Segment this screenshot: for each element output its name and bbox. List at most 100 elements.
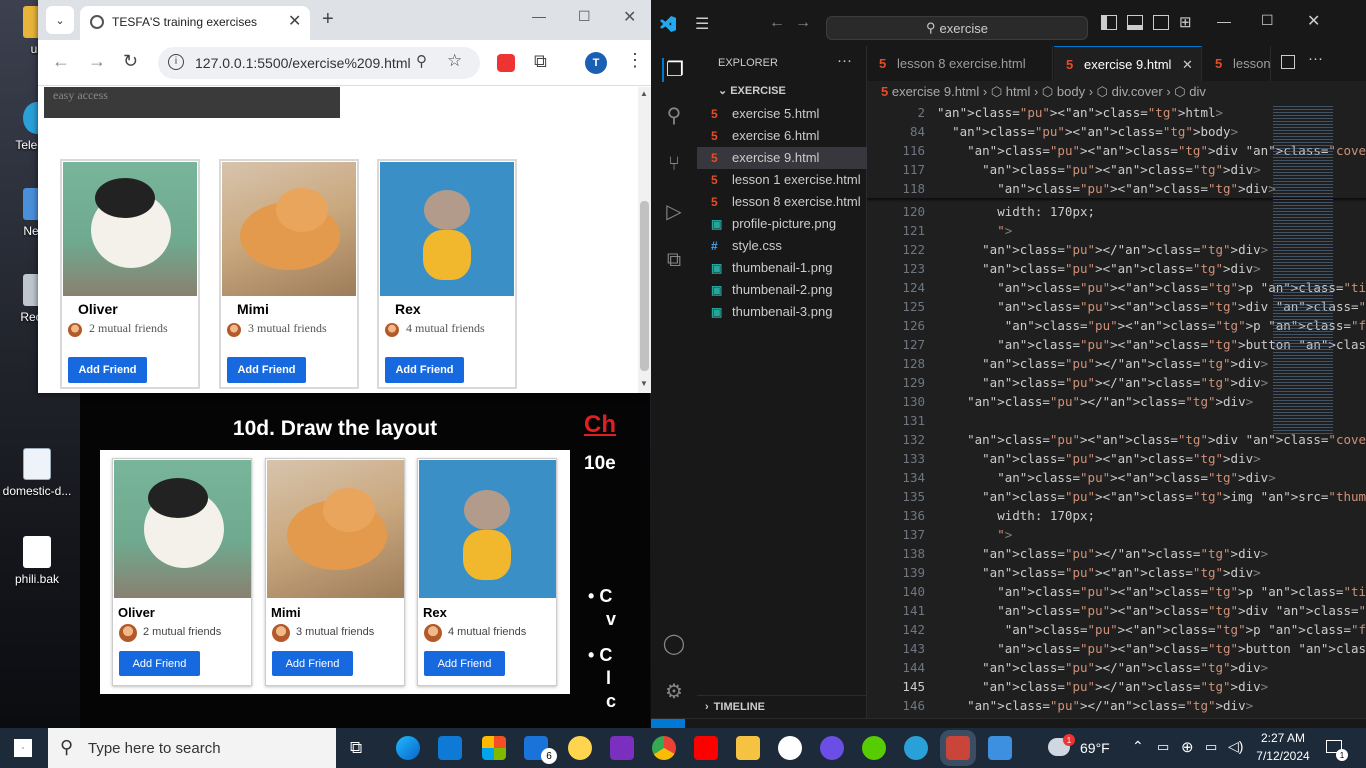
app-loop-icon[interactable] — [820, 736, 844, 760]
command-search-box[interactable]: ⚲ exercise — [826, 16, 1088, 40]
close-tab-icon[interactable]: ✕ — [1182, 47, 1193, 81]
volume-icon[interactable]: ◁) — [1228, 738, 1243, 755]
editor-tab-active[interactable]: 5 exercise 9.html ✕ — [1054, 46, 1202, 81]
tray-chevron-up-icon[interactable]: ⌃ — [1132, 738, 1144, 755]
explorer-icon[interactable]: ❐ — [662, 58, 686, 82]
breadcrumb-item[interactable]: exercise 9.html — [892, 84, 979, 99]
desktop-icon-domestic-file[interactable]: domestic-d... — [0, 448, 74, 498]
clock-time[interactable]: 2:27 AM — [1255, 731, 1311, 745]
editor-tab[interactable]: 5 lesson 8 exercise.html — [867, 46, 1053, 81]
desktop-icon-phili-bak[interactable]: phili.bak — [0, 536, 74, 586]
file-explorer-icon[interactable] — [736, 736, 760, 760]
code-line[interactable]: "an">class="pu"></"an">class="tg">div> — [937, 679, 1268, 694]
code-line[interactable]: width: 170px; — [937, 204, 1095, 219]
code-line[interactable]: "an">class="pu"></"an">class="tg">div> — [937, 242, 1268, 257]
code-line[interactable]: "an">class="pu"><"an">class="tg">img "an… — [937, 489, 1366, 504]
reload-icon[interactable]: ↻ — [123, 51, 138, 72]
file-item[interactable]: 5 lesson 1 exercise.html — [697, 169, 867, 191]
code-line[interactable]: "an">class="pu"></"an">class="tg">div> — [937, 356, 1268, 371]
timeline-section[interactable]: › TIMELINE — [697, 695, 867, 717]
code-line[interactable]: "an">class="pu"><"an">class="tg">p "an">… — [937, 622, 1366, 637]
toggle-sidebar-icon[interactable] — [1101, 15, 1117, 30]
code-line[interactable]: "an">class="pu"></"an">class="tg">div> — [937, 698, 1253, 713]
taskbar-search-box[interactable]: ⚲ Type here to search — [48, 728, 336, 768]
code-line[interactable]: "an">class="pu"></"an">class="tg">div> — [937, 660, 1268, 675]
nav-back-icon[interactable]: ← — [769, 14, 785, 32]
code-line[interactable]: "an">class="pu"><"an">class="tg">p "an">… — [937, 584, 1366, 599]
extension-record-icon[interactable] — [497, 54, 515, 72]
add-friend-button[interactable]: Add Friend — [227, 357, 306, 383]
extensions-puzzle-icon[interactable]: ⧉ — [534, 51, 547, 72]
source-control-icon[interactable]: ⑂ — [662, 152, 686, 176]
breadcrumb-item[interactable]: html — [1006, 84, 1031, 99]
maximize-icon[interactable]: ☐ — [578, 8, 591, 25]
add-friend-button[interactable]: Add Friend — [68, 357, 147, 383]
more-menu-icon[interactable]: ⋮ — [626, 50, 644, 71]
minimize-icon[interactable]: — — [1217, 13, 1231, 29]
code-line[interactable]: "an">class="pu"></"an">class="tg">div> — [937, 394, 1253, 409]
meet-icon[interactable]: ▭ — [1157, 739, 1169, 755]
chrome-icon[interactable] — [652, 736, 676, 760]
scroll-down-icon[interactable]: ▼ — [640, 379, 648, 388]
code-line[interactable]: "an">class="pu"><"an">class="tg">div> — [937, 470, 1276, 485]
code-line[interactable]: "> — [937, 223, 1012, 238]
task-view-icon[interactable]: ⧉ — [350, 738, 362, 758]
split-editor-icon[interactable] — [1281, 55, 1295, 69]
close-window-icon[interactable]: ✕ — [1307, 11, 1320, 31]
breadcrumb-item[interactable]: body — [1057, 84, 1085, 99]
clock-date[interactable]: 7/12/2024 — [1255, 749, 1311, 763]
maximize-icon[interactable]: ☐ — [1261, 12, 1274, 29]
file-item[interactable]: 5 exercise 5.html — [697, 103, 867, 125]
toggle-panel-icon[interactable] — [1127, 15, 1143, 30]
file-item-active[interactable]: 5 exercise 9.html — [697, 147, 867, 169]
code-line[interactable]: "an">class="pu"></"an">class="tg">div> — [937, 375, 1268, 390]
page-scrollbar[interactable]: ▲ ▼ — [638, 87, 651, 393]
chatgpt-icon[interactable] — [778, 736, 802, 760]
profile-avatar[interactable]: T — [585, 52, 607, 74]
customize-layout-icon[interactable]: ⊞ — [1179, 13, 1192, 31]
file-item[interactable]: # style.css — [697, 235, 867, 257]
editor-more-icon[interactable]: ··· — [1308, 50, 1323, 67]
close-window-icon[interactable]: ✕ — [623, 7, 636, 27]
windows-start-icon[interactable] — [14, 739, 32, 757]
store-icon[interactable] — [482, 736, 506, 760]
tab-search-icon[interactable]: ⌄ — [46, 6, 74, 34]
telegram-icon[interactable] — [904, 736, 928, 760]
duolingo-icon[interactable] — [862, 736, 886, 760]
code-line[interactable]: "an">class="pu"></"an">class="tg">div> — [937, 546, 1268, 561]
youtube-icon[interactable] — [694, 736, 718, 760]
address-bar[interactable]: i 127.0.0.1:5500/exercise%209.html ⚲ ☆ — [158, 47, 480, 79]
weather-temp[interactable]: 69°F — [1080, 740, 1110, 756]
file-item[interactable]: 5 exercise 6.html — [697, 125, 867, 147]
nav-forward-icon[interactable]: → — [795, 14, 811, 32]
code-line[interactable]: "an">class="pu"><"an">class="tg">div> — [937, 261, 1261, 276]
code-line[interactable]: "an">class="pu"><"an">class="tg">div "an… — [937, 603, 1366, 618]
zoom-icon[interactable]: ⚲ — [416, 52, 427, 70]
minimize-icon[interactable]: — — [532, 8, 546, 24]
run-debug-icon[interactable]: ▷ — [662, 200, 686, 224]
vscode-taskbar-icon[interactable] — [438, 736, 462, 760]
browser-tab[interactable]: TESFA'S training exercises ✕ — [80, 6, 310, 40]
file-item[interactable]: 5 lesson 8 exercise.html — [697, 191, 867, 213]
search-icon[interactable]: ⚲ — [662, 104, 686, 128]
file-item[interactable]: ▣ thumbenail-3.png — [697, 301, 867, 323]
accounts-icon[interactable]: ◯ — [662, 632, 686, 656]
code-line[interactable]: "an">class="pu"><"an">class="tg">button … — [937, 641, 1366, 656]
site-info-icon[interactable]: i — [168, 54, 184, 70]
photos-icon[interactable] — [988, 736, 1012, 760]
scroll-up-icon[interactable]: ▲ — [640, 89, 648, 98]
scrollbar-thumb[interactable] — [640, 201, 649, 371]
editor-tab[interactable]: 5 lesson — [1203, 46, 1271, 81]
file-item[interactable]: ▣ thumbenail-2.png — [697, 279, 867, 301]
folder-exercise[interactable]: ⌄ EXERCISE — [697, 80, 867, 102]
add-friend-button[interactable]: Add Friend — [385, 357, 464, 383]
code-line[interactable]: "> — [937, 527, 1012, 542]
onenote-icon[interactable] — [610, 736, 634, 760]
code-line[interactable]: "an">class="pu"><"an">class="tg">div> — [937, 565, 1261, 580]
explorer-more-icon[interactable]: ··· — [837, 52, 852, 69]
breadcrumb-item[interactable]: div — [1189, 84, 1206, 99]
tips-bulb-icon[interactable] — [568, 736, 592, 760]
toggle-secondary-sidebar-icon[interactable] — [1153, 15, 1169, 30]
file-item[interactable]: ▣ profile-picture.png — [697, 213, 867, 235]
new-tab-icon[interactable]: + — [322, 8, 334, 31]
